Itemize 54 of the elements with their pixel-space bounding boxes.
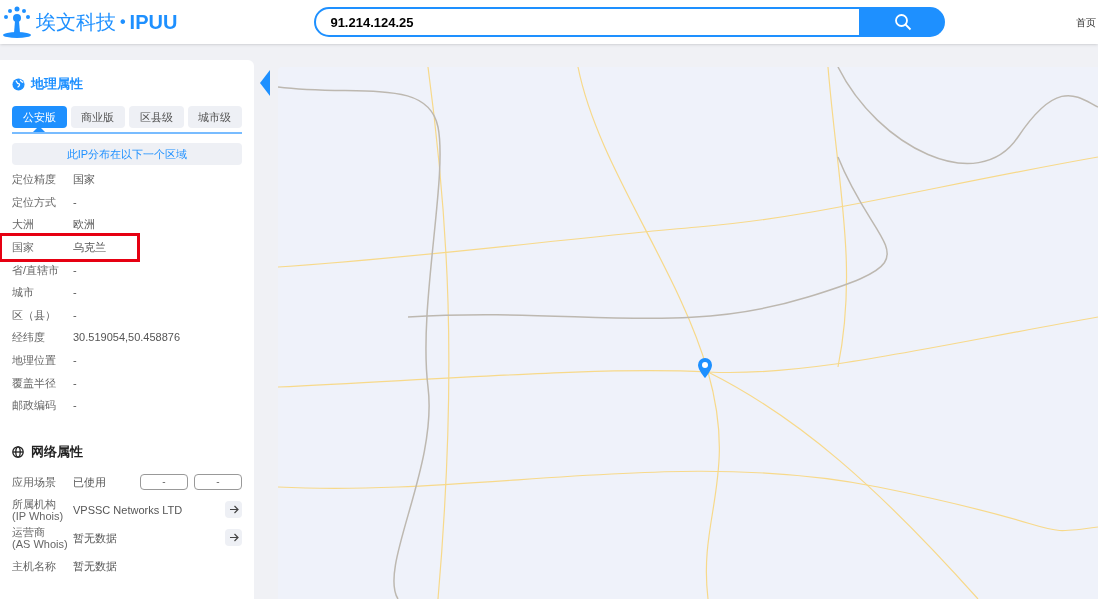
- nav-link[interactable]: 首页: [1076, 14, 1098, 30]
- version-tab[interactable]: 商业版: [70, 106, 125, 129]
- scene-tag: -: [140, 473, 188, 490]
- field-value: 暂无数据: [73, 558, 117, 574]
- scene-tag: -: [194, 473, 242, 490]
- field-label: 主机名称: [12, 558, 57, 574]
- arrow-button[interactable]: [225, 529, 242, 547]
- search-field[interactable]: 91.214.124.25: [314, 7, 862, 37]
- field-label: 经纬度: [12, 330, 46, 346]
- arrow-button[interactable]: [225, 501, 242, 519]
- brand-separator: •: [120, 12, 126, 32]
- field-value: 30.519054,50.458876: [73, 330, 181, 346]
- collapse-tab-icon: [260, 70, 270, 96]
- field-label: 定位方式: [12, 194, 57, 210]
- section-title: 网络属性: [31, 443, 83, 462]
- field-label: 地理位置: [12, 353, 57, 369]
- section-title: 地理属性: [31, 75, 83, 94]
- field-value: 国家: [73, 172, 95, 188]
- search-button[interactable]: [861, 7, 946, 37]
- field-label: 邮政编码: [12, 398, 57, 414]
- location-pin-icon: [698, 358, 712, 378]
- arrow-right-icon: [228, 533, 239, 543]
- field-value: -: [73, 353, 77, 369]
- field-value: -: [73, 262, 77, 278]
- field-value: -: [73, 375, 77, 391]
- field-label: 定位精度: [12, 172, 57, 188]
- field-value: -: [73, 285, 77, 301]
- field-label: 城市: [12, 285, 35, 301]
- field-value: 欧洲: [73, 217, 95, 233]
- field-value: 已使用: [73, 474, 106, 490]
- tree-logo-icon: [2, 5, 32, 39]
- product-name: IPUU: [129, 10, 178, 35]
- field-label: 所属机构 (IP Whois): [12, 497, 65, 522]
- search-icon: [894, 13, 913, 31]
- field-label: 覆盖半径: [12, 375, 57, 391]
- region-note-bar: 此IP分布在以下一个区域: [12, 143, 242, 166]
- field-value: -: [73, 398, 77, 414]
- field-value: -: [73, 307, 77, 323]
- arrow-right-icon: [228, 505, 239, 515]
- globe-icon: [12, 445, 24, 458]
- globe-icon: [12, 77, 25, 91]
- field-label: 大洲: [12, 217, 35, 233]
- field-value: -: [73, 194, 77, 210]
- field-label: 国家: [12, 240, 35, 256]
- version-tab[interactable]: 区县级: [129, 106, 184, 129]
- field-label: 应用场景: [12, 474, 57, 490]
- field-label: 运营商 (AS Whois): [12, 525, 69, 550]
- brand-name: 埃文科技: [36, 10, 116, 35]
- field-label: 区（县）: [12, 307, 57, 323]
- field-label: 省/直辖市: [12, 262, 61, 278]
- field-value: 乌克兰: [73, 240, 106, 256]
- field-value: 暂无数据: [73, 530, 117, 546]
- field-value: VPSSC Networks LTD: [73, 502, 183, 518]
- version-tab[interactable]: 城市级: [187, 106, 242, 129]
